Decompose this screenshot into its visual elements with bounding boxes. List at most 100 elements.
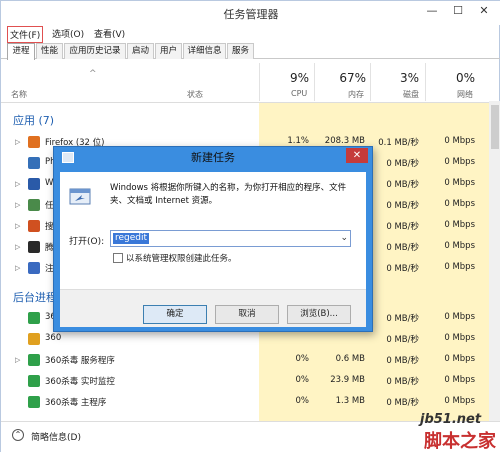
tab-users[interactable]: 用户 xyxy=(155,43,182,59)
process-icon xyxy=(28,136,40,148)
watermark-url: jb51.net xyxy=(420,412,482,427)
disk-value: 0 MB/秒 xyxy=(386,201,419,211)
net-value: 0 Mbps xyxy=(444,220,475,230)
menu-view[interactable]: 查看(V) xyxy=(92,26,127,41)
cancel-button[interactable]: 取消 xyxy=(215,305,279,324)
net-value: 0 Mbps xyxy=(444,396,475,406)
menu-bar: 文件(F) 选项(O) 查看(V) xyxy=(1,25,500,43)
process-icon xyxy=(28,396,40,408)
chevron-down-icon[interactable]: ⌄ xyxy=(340,233,348,243)
fewer-details-link[interactable]: 简略信息(D) xyxy=(31,430,81,443)
group-apps: 应用 (7) xyxy=(13,114,55,127)
process-name: 360杀毒 服务程序 xyxy=(45,356,115,366)
table-row[interactable]: 360杀毒 主程序 0% 1.3 MB 0 MB/秒 0 Mbps xyxy=(1,392,489,413)
tab-details[interactable]: 详细信息 xyxy=(183,43,226,59)
dialog-close-button[interactable]: ✕ xyxy=(346,148,368,163)
column-divider xyxy=(425,63,426,101)
disk-value: 0 MB/秒 xyxy=(386,335,419,345)
process-icon xyxy=(28,333,40,345)
maximize-button[interactable]: ☐ xyxy=(445,2,471,20)
disk-value: 0 MB/秒 xyxy=(386,243,419,253)
tab-startup[interactable]: 启动 xyxy=(127,43,154,59)
col-status[interactable]: 状态 xyxy=(187,89,203,100)
expand-icon: ▷ xyxy=(15,222,21,230)
net-value: 0 Mbps xyxy=(444,354,475,364)
col-name[interactable]: 名称 xyxy=(11,89,27,100)
dialog-prompt: Windows 将根据你所键入的名称，为你打开相应的程序、文件夹、文档或 Int… xyxy=(110,183,347,206)
cpu-value: 0% xyxy=(295,354,310,364)
menu-options[interactable]: 选项(O) xyxy=(50,26,86,41)
column-divider xyxy=(259,63,260,101)
net-value: 0 Mbps xyxy=(444,241,475,251)
process-icon xyxy=(28,354,40,366)
process-icon xyxy=(28,157,40,169)
col-cpu[interactable]: CPU xyxy=(291,89,307,98)
table-row[interactable]: 360杀毒 实时监控 0% 23.9 MB 0 MB/秒 0 Mbps xyxy=(1,371,489,392)
process-name: 360杀毒 实时监控 xyxy=(45,377,115,387)
watermark-logo: 脚本之家 xyxy=(424,431,496,452)
cpu-value: 0% xyxy=(295,375,310,385)
admin-checkbox[interactable] xyxy=(113,253,123,263)
admin-checkbox-label[interactable]: 以系统管理权限创建此任务。 xyxy=(126,252,237,264)
tab-processes[interactable]: 进程 xyxy=(7,43,35,60)
net-value: 0 Mbps xyxy=(444,375,475,385)
net-value: 0 Mbps xyxy=(444,136,475,146)
vertical-scrollbar[interactable] xyxy=(489,101,500,421)
expand-icon: ▷ xyxy=(15,264,21,272)
net-value: 0 Mbps xyxy=(444,199,475,209)
process-icon xyxy=(28,220,40,232)
process-icon xyxy=(28,241,40,253)
disk-value: 0 MB/秒 xyxy=(386,356,419,366)
tab-strip: 进程 性能 应用历史记录 启动 用户 详细信息 服务 xyxy=(1,42,500,60)
open-input-value[interactable]: regedit xyxy=(113,233,150,244)
disk-total: 3% xyxy=(399,71,419,85)
mem-value: 0.6 MB xyxy=(335,354,365,364)
mem-value: 208.3 MB xyxy=(324,136,365,146)
process-icon xyxy=(28,199,40,211)
table-row[interactable]: ▷ 360杀毒 服务程序 0% 0.6 MB 0 MB/秒 0 Mbps xyxy=(1,350,489,371)
scroll-thumb[interactable] xyxy=(491,105,499,149)
column-divider xyxy=(314,63,315,101)
net-value: 0 Mbps xyxy=(444,157,475,167)
disk-value: 0 MB/秒 xyxy=(386,159,419,169)
menu-file[interactable]: 文件(F) xyxy=(7,26,44,43)
tab-services[interactable]: 服务 xyxy=(227,43,254,59)
process-name: 360 xyxy=(45,333,62,343)
tab-app-history[interactable]: 应用历史记录 xyxy=(64,43,126,59)
disk-value: 0 MB/秒 xyxy=(386,314,419,324)
disk-value: 0 MB/秒 xyxy=(386,180,419,190)
col-memory[interactable]: 内存 xyxy=(348,89,364,100)
tab-performance[interactable]: 性能 xyxy=(36,43,63,59)
column-divider xyxy=(370,63,371,101)
expand-icon: ▷ xyxy=(15,138,21,146)
ok-button[interactable]: 确定 xyxy=(143,305,207,324)
sort-arrow-icon: ^ xyxy=(89,69,97,79)
disk-value: 0.1 MB/秒 xyxy=(378,138,419,148)
expand-icon: ▷ xyxy=(15,243,21,251)
col-network[interactable]: 网络 xyxy=(457,89,473,100)
disk-value: 0 MB/秒 xyxy=(386,398,419,408)
title-bar: 任务管理器 — ☐ ✕ xyxy=(1,1,500,25)
open-input[interactable]: regedit ⌄ xyxy=(110,230,351,247)
browse-button[interactable]: 浏览(B)... xyxy=(287,305,351,324)
run-icon xyxy=(69,188,91,205)
process-icon xyxy=(28,312,40,324)
cpu-total: 9% xyxy=(289,71,309,85)
table-row[interactable]: 360 0 MB/秒 0 Mbps xyxy=(1,329,489,350)
net-value: 0 Mbps xyxy=(444,333,475,343)
mem-total: 67% xyxy=(339,71,366,85)
col-disk[interactable]: 磁盘 xyxy=(403,89,419,100)
expand-icon: ▷ xyxy=(15,356,21,364)
process-name: 360杀毒 主程序 xyxy=(45,398,107,408)
net-value: 0 Mbps xyxy=(444,312,475,322)
collapse-icon[interactable]: ⌃ xyxy=(12,429,24,441)
cpu-value: 0% xyxy=(295,396,310,406)
open-label: 打开(O): xyxy=(69,237,105,247)
expand-icon: ▷ xyxy=(15,180,21,188)
net-value: 0 Mbps xyxy=(444,178,475,188)
net-value: 0 Mbps xyxy=(444,262,475,272)
net-total: 0% xyxy=(455,71,475,85)
dialog-title: 新建任务 xyxy=(191,151,235,164)
minimize-button[interactable]: — xyxy=(419,2,445,20)
close-button[interactable]: ✕ xyxy=(471,2,497,20)
